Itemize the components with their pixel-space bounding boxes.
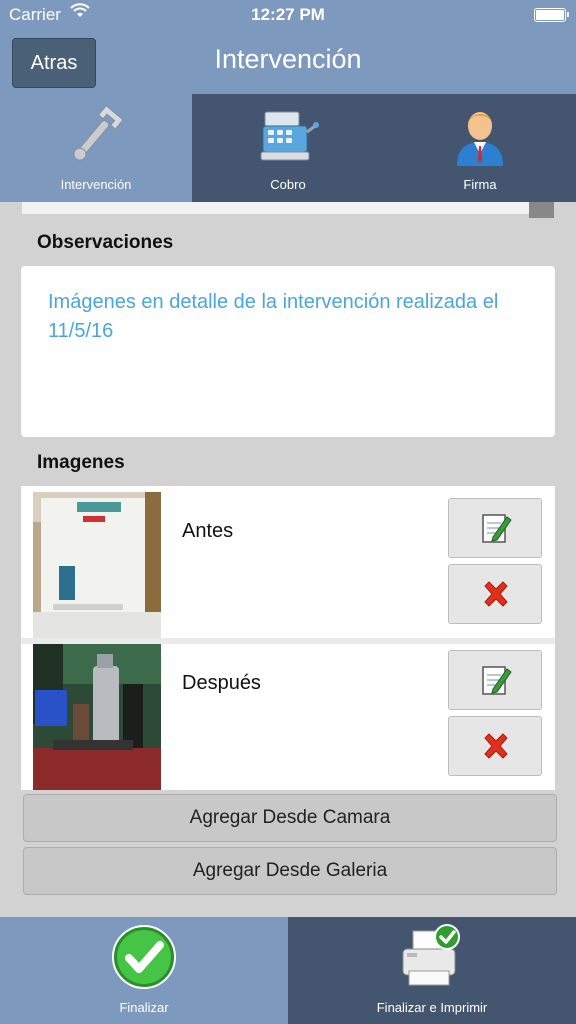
- tab-intervencion[interactable]: Intervención: [0, 94, 192, 202]
- finish-and-print-button[interactable]: Finalizar e Imprimir: [288, 917, 576, 1024]
- tab-firma[interactable]: Firma: [384, 94, 576, 202]
- navigation-bar: Carrier 12:27 PM Atras Intervención: [0, 0, 576, 94]
- boiler-room-photo[interactable]: [33, 644, 161, 790]
- observaciones-textarea[interactable]: Imágenes en detalle de la intervención r…: [21, 266, 555, 437]
- tab-bar: Intervención Cobro Firma: [0, 94, 576, 202]
- add-from-camera-button[interactable]: Agregar Desde Camara: [23, 794, 557, 842]
- scroll-indicator[interactable]: [529, 202, 554, 218]
- printer-check-icon: [402, 924, 460, 986]
- clock: 12:27 PM: [251, 5, 325, 24]
- edit-image-button[interactable]: [448, 498, 542, 558]
- edit-note-icon: [482, 666, 512, 695]
- tab-label: Intervención: [60, 177, 132, 192]
- list-item: Antes: [21, 486, 555, 638]
- user-icon: [457, 112, 503, 166]
- finish-button[interactable]: Finalizar: [0, 917, 288, 1024]
- wrench-icon: [73, 105, 124, 161]
- finish-print-label: Finalizar e Imprimir: [376, 1000, 488, 1015]
- battery-icon: [534, 8, 569, 22]
- tab-cobro[interactable]: Cobro: [192, 94, 384, 202]
- boiler-photo[interactable]: [33, 492, 161, 638]
- delete-image-button[interactable]: [448, 564, 542, 624]
- delete-x-icon: [484, 581, 508, 607]
- observaciones-text: Imágenes en detalle de la intervención r…: [48, 291, 499, 342]
- bottom-toolbar: Finalizar Finalizar e Imprimir: [0, 917, 576, 1024]
- delete-image-button[interactable]: [448, 716, 542, 776]
- add-from-gallery-button[interactable]: Agregar Desde Galeria: [23, 847, 557, 895]
- imagenes-title: Imagenes: [37, 452, 125, 473]
- tab-label: Cobro: [270, 177, 306, 192]
- images-list: Antes Después: [21, 486, 555, 790]
- cash-register-icon: [260, 111, 319, 161]
- image-caption: Antes: [182, 520, 234, 542]
- previous-section-edge: [22, 202, 554, 214]
- list-item: Después: [21, 638, 555, 790]
- image-caption: Después: [182, 672, 261, 694]
- page-title: Intervención: [214, 44, 362, 74]
- finish-label: Finalizar: [119, 1000, 169, 1015]
- tab-label: Firma: [463, 177, 497, 192]
- status-bar: Carrier 12:27 PM: [0, 0, 576, 30]
- delete-x-icon: [484, 733, 508, 759]
- checkmark-icon: [112, 925, 176, 989]
- edit-note-icon: [482, 514, 512, 543]
- edit-image-button[interactable]: [448, 650, 542, 710]
- observaciones-title: Observaciones: [37, 232, 174, 253]
